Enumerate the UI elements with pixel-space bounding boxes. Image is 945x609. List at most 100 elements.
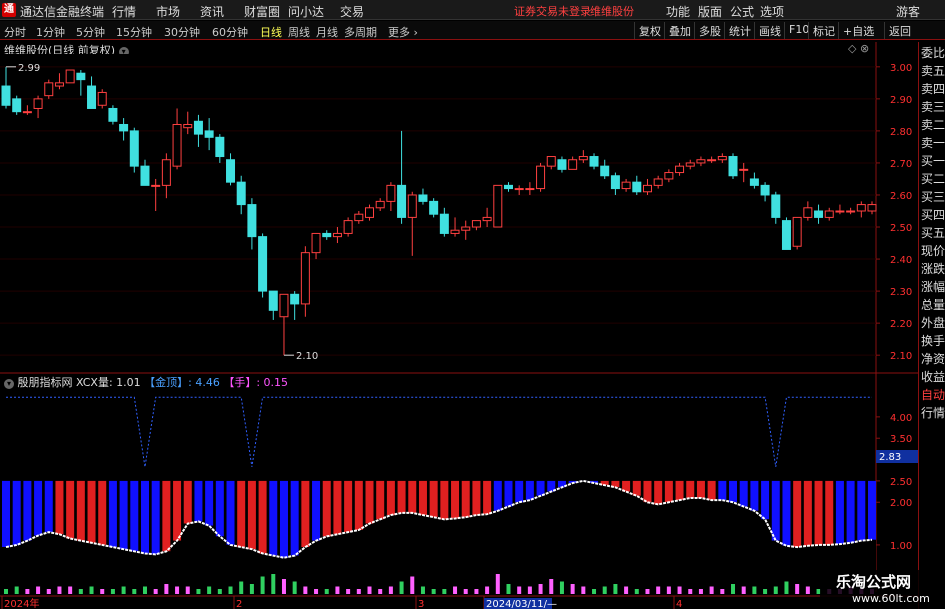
side-panel-item[interactable]: 卖五	[921, 62, 945, 79]
x-tick-label: 4	[676, 599, 682, 609]
period-60min[interactable]: 60分钟	[212, 24, 248, 40]
menu-options[interactable]: 选项	[760, 3, 784, 20]
volume-bar	[720, 589, 725, 594]
band-bar-blue	[119, 480, 128, 550]
volume-bar	[281, 579, 286, 594]
band-mask	[226, 544, 235, 590]
period-monthly[interactable]: 月线	[316, 24, 338, 40]
menu-assistant[interactable]: 问小达	[288, 3, 324, 20]
mark-button[interactable]: 标记	[808, 22, 839, 39]
period-15min[interactable]: 15分钟	[116, 24, 152, 40]
band-mask	[440, 519, 449, 590]
side-panel-item[interactable]: 买五	[921, 224, 945, 241]
band-bar-red	[472, 480, 481, 516]
menu-trade[interactable]: 交易	[340, 3, 364, 20]
volume-bar	[260, 576, 265, 594]
side-panel-item[interactable]: 总量	[921, 296, 945, 313]
price-tick-label: 2.30	[890, 287, 912, 298]
side-panel-item[interactable]: 委比	[921, 44, 945, 61]
candle-body-up	[482, 216, 492, 222]
side-panel-item[interactable]: 买三	[921, 188, 945, 205]
drawing-button[interactable]: 画线	[754, 22, 785, 39]
band-bar-red	[675, 480, 684, 501]
band-bar-blue	[12, 480, 21, 545]
side-panel-item[interactable]: 涨跌	[921, 260, 945, 277]
indicator-menu-icon[interactable]: ▾	[4, 379, 14, 389]
add-watchlist-button[interactable]: +自选	[838, 22, 878, 39]
volume-bar	[666, 586, 671, 594]
overlay-button[interactable]: 叠加	[664, 22, 695, 39]
menu-formula[interactable]: 公式	[730, 3, 754, 20]
side-panel-item[interactable]: 卖一	[921, 134, 945, 151]
watermark-url: www.60lt.com	[852, 592, 930, 605]
candle-body-up	[33, 98, 43, 109]
volume-bar	[688, 589, 693, 594]
volume-bar	[763, 589, 768, 594]
band-mask	[344, 532, 353, 590]
period-5min[interactable]: 5分钟	[76, 24, 105, 40]
side-panel-item[interactable]: 买四	[921, 206, 945, 223]
band-mask	[664, 502, 673, 590]
band-mask	[515, 502, 524, 590]
side-panel-item[interactable]: 卖三	[921, 98, 945, 115]
period-weekly[interactable]: 周线	[288, 24, 310, 40]
side-panel-item[interactable]: 买一	[921, 152, 945, 169]
multi-stock-button[interactable]: 多股	[694, 22, 725, 39]
side-panel-item[interactable]: 外盘	[921, 314, 945, 331]
volume-bar	[795, 584, 800, 594]
side-panel-item[interactable]: 自动	[921, 386, 945, 403]
price-tick-label: 2.70	[890, 159, 912, 170]
sub-tick-label: 4.00	[890, 413, 912, 424]
menu-fortune[interactable]: 财富圈	[244, 3, 280, 20]
band-bar-blue	[782, 480, 791, 546]
side-panel-item[interactable]: 卖二	[921, 116, 945, 133]
chevron-right-icon: ›	[413, 26, 418, 39]
side-panel-item[interactable]: 现价	[921, 242, 945, 259]
band-bar-red	[183, 480, 192, 524]
side-panel-item[interactable]: 收益	[921, 368, 945, 385]
gold-top-path	[6, 396, 872, 467]
back-button[interactable]: 返回	[884, 22, 915, 39]
candle-body-up	[97, 91, 107, 106]
side-panel-item[interactable]: 卖四	[921, 80, 945, 97]
candle-body-down	[12, 98, 22, 113]
band-bar-red	[440, 480, 449, 520]
band-bar-blue	[729, 480, 738, 503]
band-mask	[579, 480, 588, 590]
menu-layout[interactable]: 版面	[698, 3, 722, 20]
band-bar-red	[87, 480, 96, 543]
volume-bar	[100, 589, 105, 594]
volume-bar	[78, 589, 83, 594]
trade-login-notice[interactable]: 证券交易未登录	[514, 3, 591, 19]
candle-body-up	[856, 204, 866, 212]
menu-guest[interactable]: 游客	[896, 3, 920, 20]
band-mask	[98, 544, 107, 590]
menu-news[interactable]: 资讯	[200, 3, 224, 20]
side-panel-item[interactable]: 行情	[921, 404, 945, 421]
band-mask	[761, 519, 770, 590]
volume-bar	[271, 574, 276, 594]
menu-function[interactable]: 功能	[666, 3, 690, 20]
period-30min[interactable]: 30分钟	[164, 24, 200, 40]
volume-bar	[228, 586, 233, 594]
band-bar-red	[247, 480, 256, 550]
side-panel-item[interactable]: 涨幅	[921, 278, 945, 295]
adjust-button[interactable]: 复权	[634, 22, 665, 39]
candle-body-down	[215, 136, 225, 158]
side-panel-item[interactable]: 换手	[921, 332, 945, 349]
period-multi[interactable]: 多周期	[344, 24, 377, 40]
period-1min[interactable]: 1分钟	[36, 24, 65, 40]
price-tick-label: 3.00	[890, 63, 912, 74]
candle-body-up	[65, 69, 75, 84]
period-intraday[interactable]: 分时	[4, 24, 26, 40]
period-more[interactable]: 更多 ›	[388, 24, 418, 40]
volume-bar	[784, 581, 789, 594]
stats-button[interactable]: 统计	[724, 22, 755, 39]
menu-market[interactable]: 市场	[156, 3, 180, 20]
band-mask	[568, 483, 577, 590]
menu-quotes[interactable]: 行情	[112, 3, 136, 20]
band-bar-red	[237, 480, 246, 548]
side-panel-item[interactable]: 净资	[921, 350, 945, 367]
period-daily[interactable]: 日线	[260, 24, 282, 40]
side-panel-item[interactable]: 买二	[921, 170, 945, 187]
